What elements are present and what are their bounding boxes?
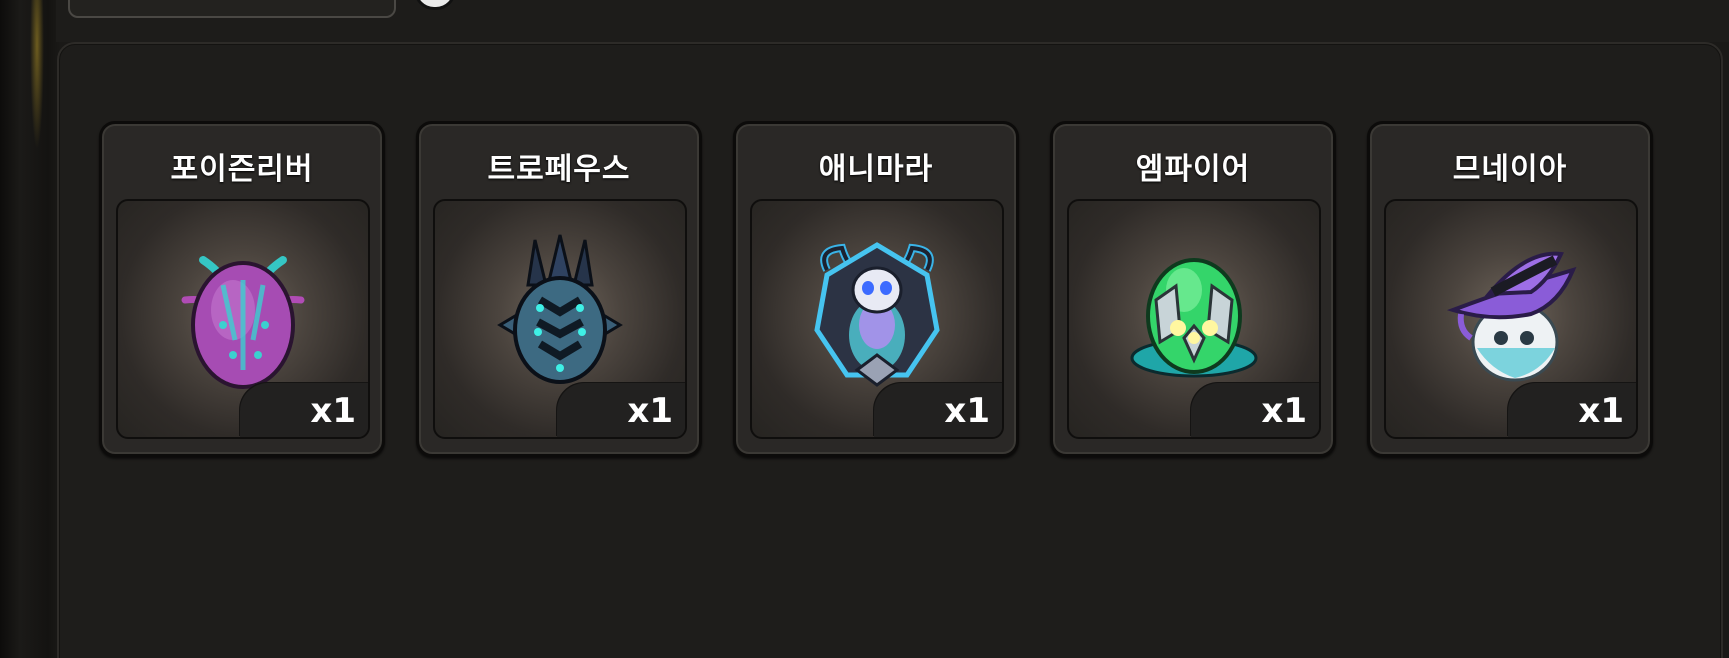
item-name: 포이즌리버: [170, 152, 314, 187]
quantity-badge: x1: [240, 383, 368, 437]
item-name: 므네이아: [1452, 152, 1568, 187]
item-name: 트로페우스: [487, 152, 631, 187]
side-glow-decoration: [30, 0, 44, 150]
item-slot: x1: [116, 199, 370, 439]
quantity-badge: x1: [1508, 383, 1636, 437]
quantity-text: x1: [627, 391, 673, 431]
item-card[interactable]: 므네이아 x1: [1367, 121, 1653, 457]
poison-egg-icon: [181, 255, 305, 389]
item-slot: x1: [750, 199, 1004, 439]
quantity-text: x1: [1261, 391, 1307, 431]
quantity-text: x1: [944, 391, 990, 431]
item-slot: x1: [1067, 199, 1321, 439]
item-card[interactable]: 포이즌리버 x1: [99, 121, 385, 457]
quantity-badge: x1: [874, 383, 1002, 437]
item-name: 엠파이어: [1135, 152, 1251, 187]
item-card[interactable]: 트로페우스 x1: [416, 121, 702, 457]
item-card[interactable]: 엠파이어 x1: [1050, 121, 1336, 457]
top-search-field[interactable]: [68, 0, 396, 18]
reward-panel: 포이즌리버 x1 트로페우스 x1 애니마라 x1 엠파이어 x1 므네이아 x…: [57, 42, 1723, 658]
witch-hat-egg-icon: [1446, 251, 1577, 382]
skull-crest-egg-icon: [814, 241, 940, 387]
quantity-text: x1: [1578, 391, 1624, 431]
item-name: 애니마라: [818, 152, 934, 187]
quantity-badge: x1: [1191, 383, 1319, 437]
green-gem-egg-icon: [1130, 257, 1258, 378]
spiked-dragon-egg-icon: [497, 234, 623, 384]
item-slot: x1: [433, 199, 687, 439]
quantity-badge: x1: [557, 383, 685, 437]
quantity-text: x1: [310, 391, 356, 431]
item-slot: x1: [1384, 199, 1638, 439]
item-card[interactable]: 애니마라 x1: [733, 121, 1019, 457]
app-window: 포이즌리버 x1 트로페우스 x1 애니마라 x1 엠파이어 x1 므네이아 x…: [0, 0, 1729, 658]
